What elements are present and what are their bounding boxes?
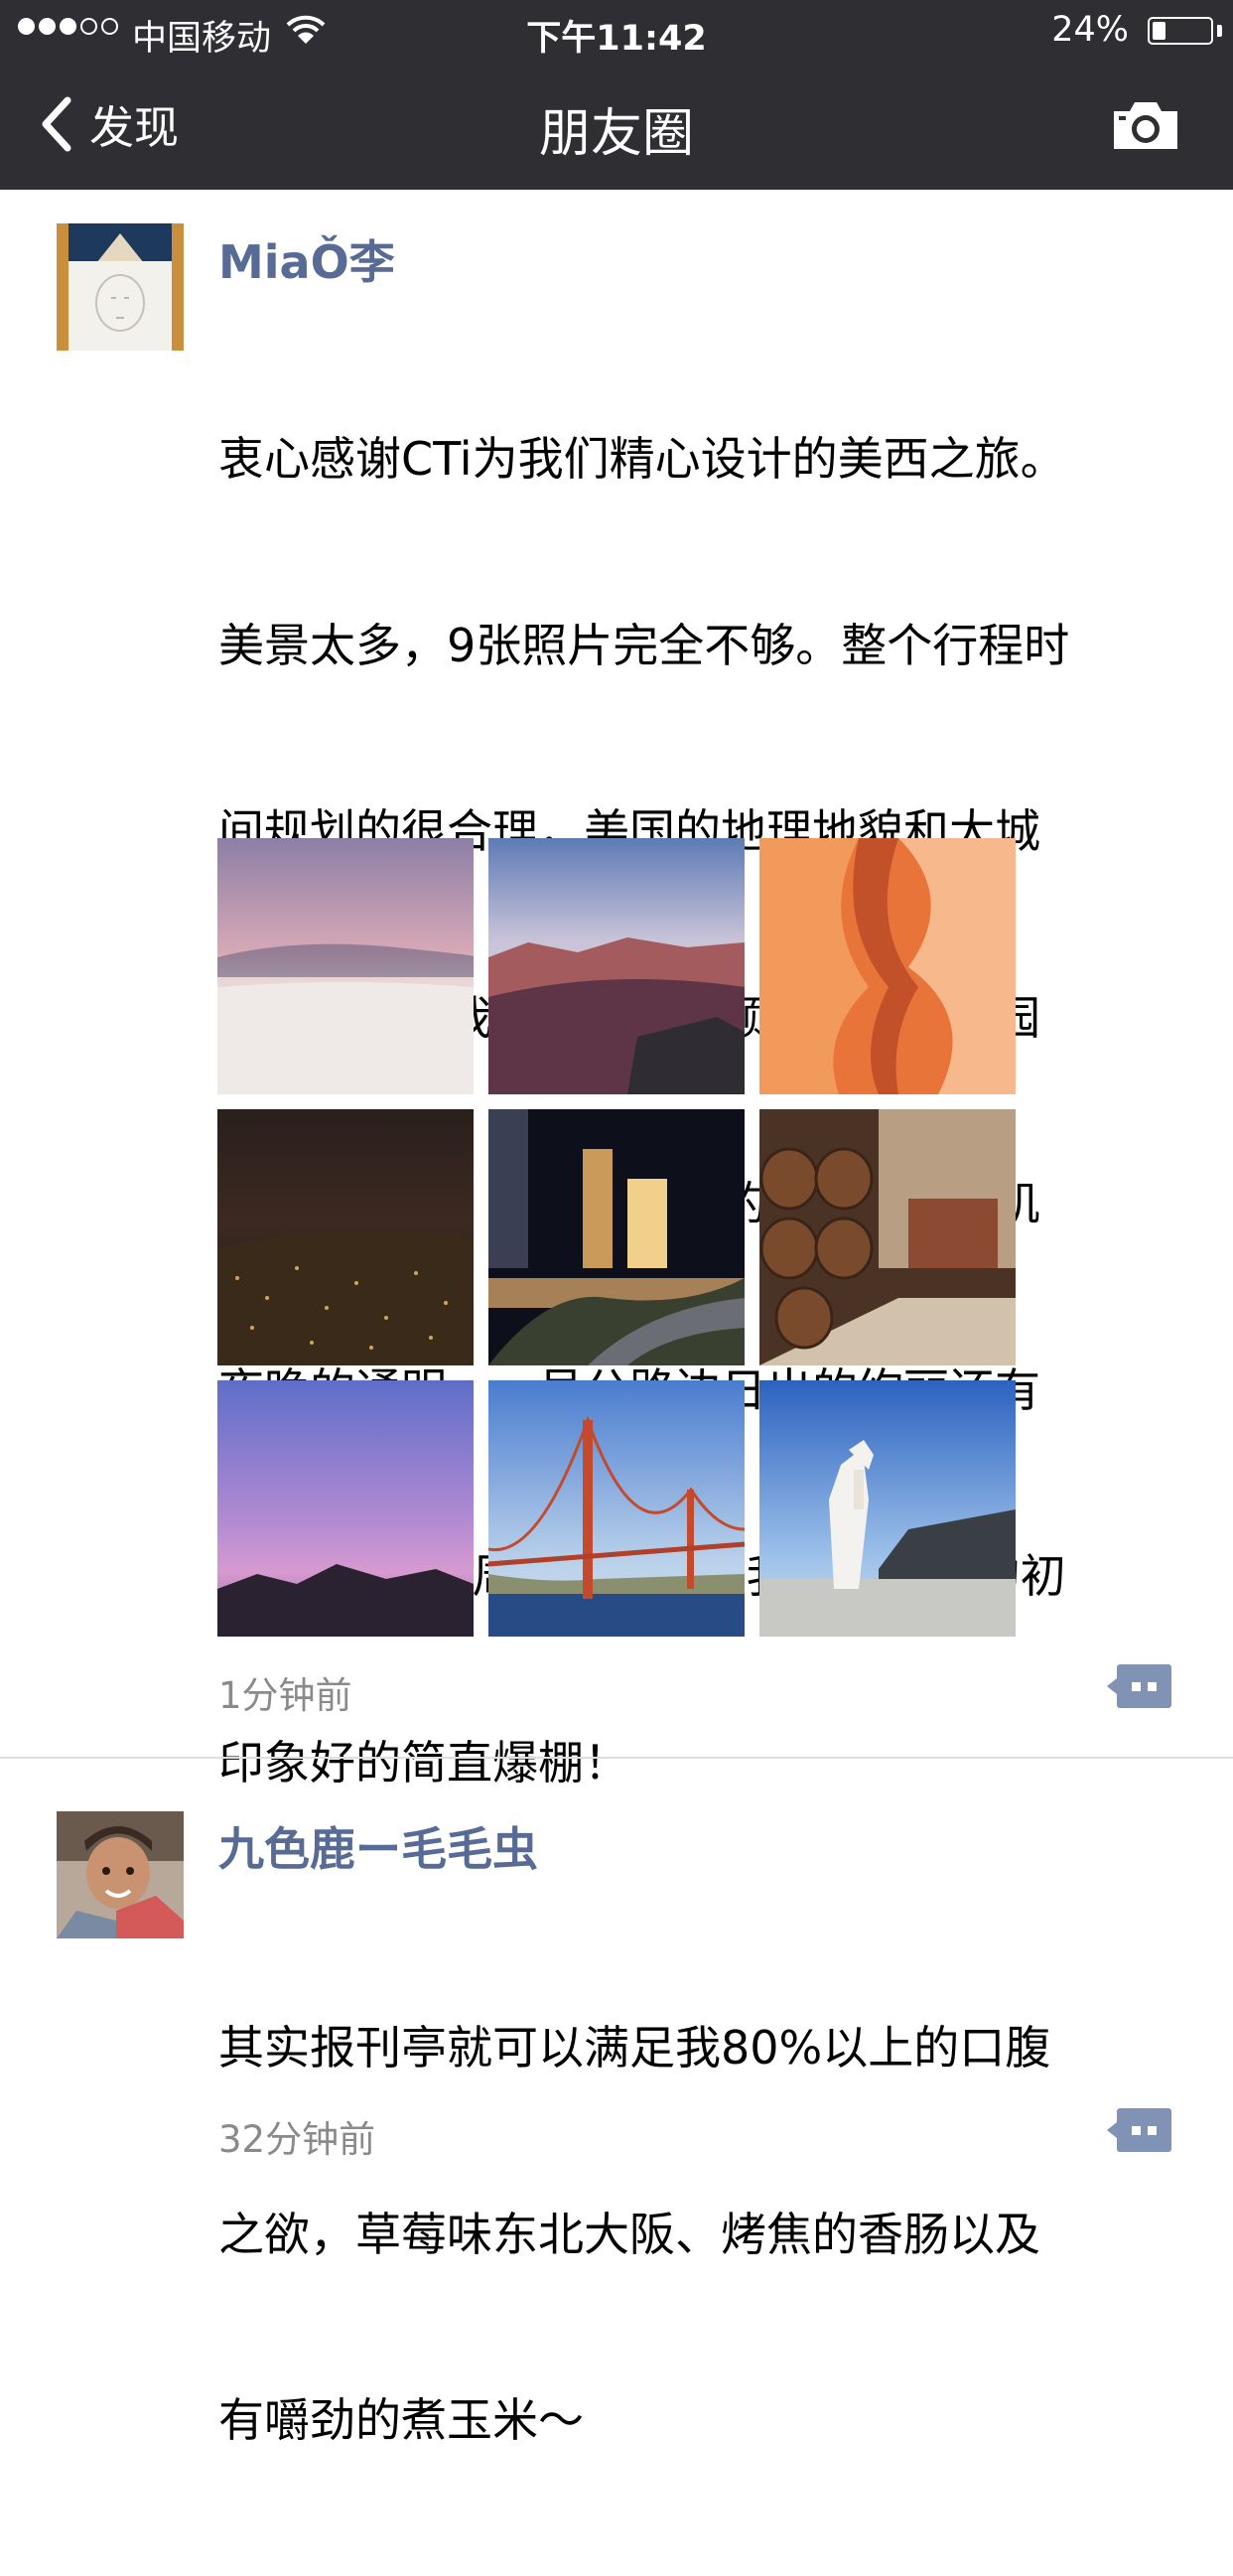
page-title: 朋友圈 xyxy=(538,104,694,164)
photo-wine-cellar[interactable] xyxy=(759,1109,1016,1365)
photo-purple-dusk-hills[interactable] xyxy=(217,1380,474,1637)
battery-icon xyxy=(1148,17,1213,45)
post-text-line: 印象好的简直爆棚！ xyxy=(218,1735,629,1789)
post-text-line: 有嚼劲的煮玉米～ xyxy=(218,2393,584,2447)
photo-las-vegas-strip[interactable] xyxy=(488,1109,745,1365)
avatar[interactable] xyxy=(57,223,184,351)
photo-grand-canyon[interactable] xyxy=(488,838,745,1094)
battery-tip xyxy=(1217,25,1222,37)
status-time: 下午11:42 xyxy=(526,19,707,59)
author-name[interactable]: MiaǑ李 xyxy=(218,226,395,292)
post-text: 其实报刊亭就可以满足我80%以上的口腹 之欲，草莓味东北大阪、烤焦的香肠以及 有… xyxy=(218,1893,1191,2576)
post-divider xyxy=(0,1757,1233,1759)
navigation-bar: 发现 朋友圈 xyxy=(0,62,1233,190)
comment-icon[interactable] xyxy=(1107,2108,1171,2152)
photo-antelope-canyon[interactable] xyxy=(759,838,1016,1094)
post-text-line: 其实报刊亭就可以满足我80%以上的口腹 xyxy=(218,2021,1051,2075)
battery-percentage: 24% xyxy=(1051,10,1129,50)
photo-grid xyxy=(217,838,1016,1637)
photo-city-night-lights[interactable] xyxy=(217,1109,474,1365)
avatar[interactable] xyxy=(57,1811,184,1938)
camera-icon[interactable] xyxy=(1110,97,1181,153)
post-timestamp: 1分钟前 xyxy=(218,1674,352,1717)
post-text-line: 美景太多，9张照片完全不够。整个行程时 xyxy=(218,618,1070,672)
battery-level xyxy=(1153,22,1165,40)
status-bar: 中国移动 下午11:42 24% xyxy=(0,0,1233,62)
top-bar: 中国移动 下午11:42 24% 发现 朋友圈 xyxy=(0,0,1233,190)
comment-icon[interactable] xyxy=(1107,1664,1171,1708)
photo-golden-gate-bridge[interactable] xyxy=(488,1380,745,1637)
author-name[interactable]: 九色鹿ー毛毛虫 xyxy=(218,1813,538,1879)
post-text-line: 之欲，草莓味东北大阪、烤焦的香肠以及 xyxy=(218,2207,1040,2261)
photo-kissing-sailor-statue[interactable] xyxy=(759,1380,1016,1637)
post-text-line: 衷心感谢CTi为我们精心设计的美西之旅。 xyxy=(218,432,1066,486)
post-timestamp: 32分钟前 xyxy=(218,2118,376,2161)
photo-white-sands-sunset[interactable] xyxy=(217,838,474,1094)
